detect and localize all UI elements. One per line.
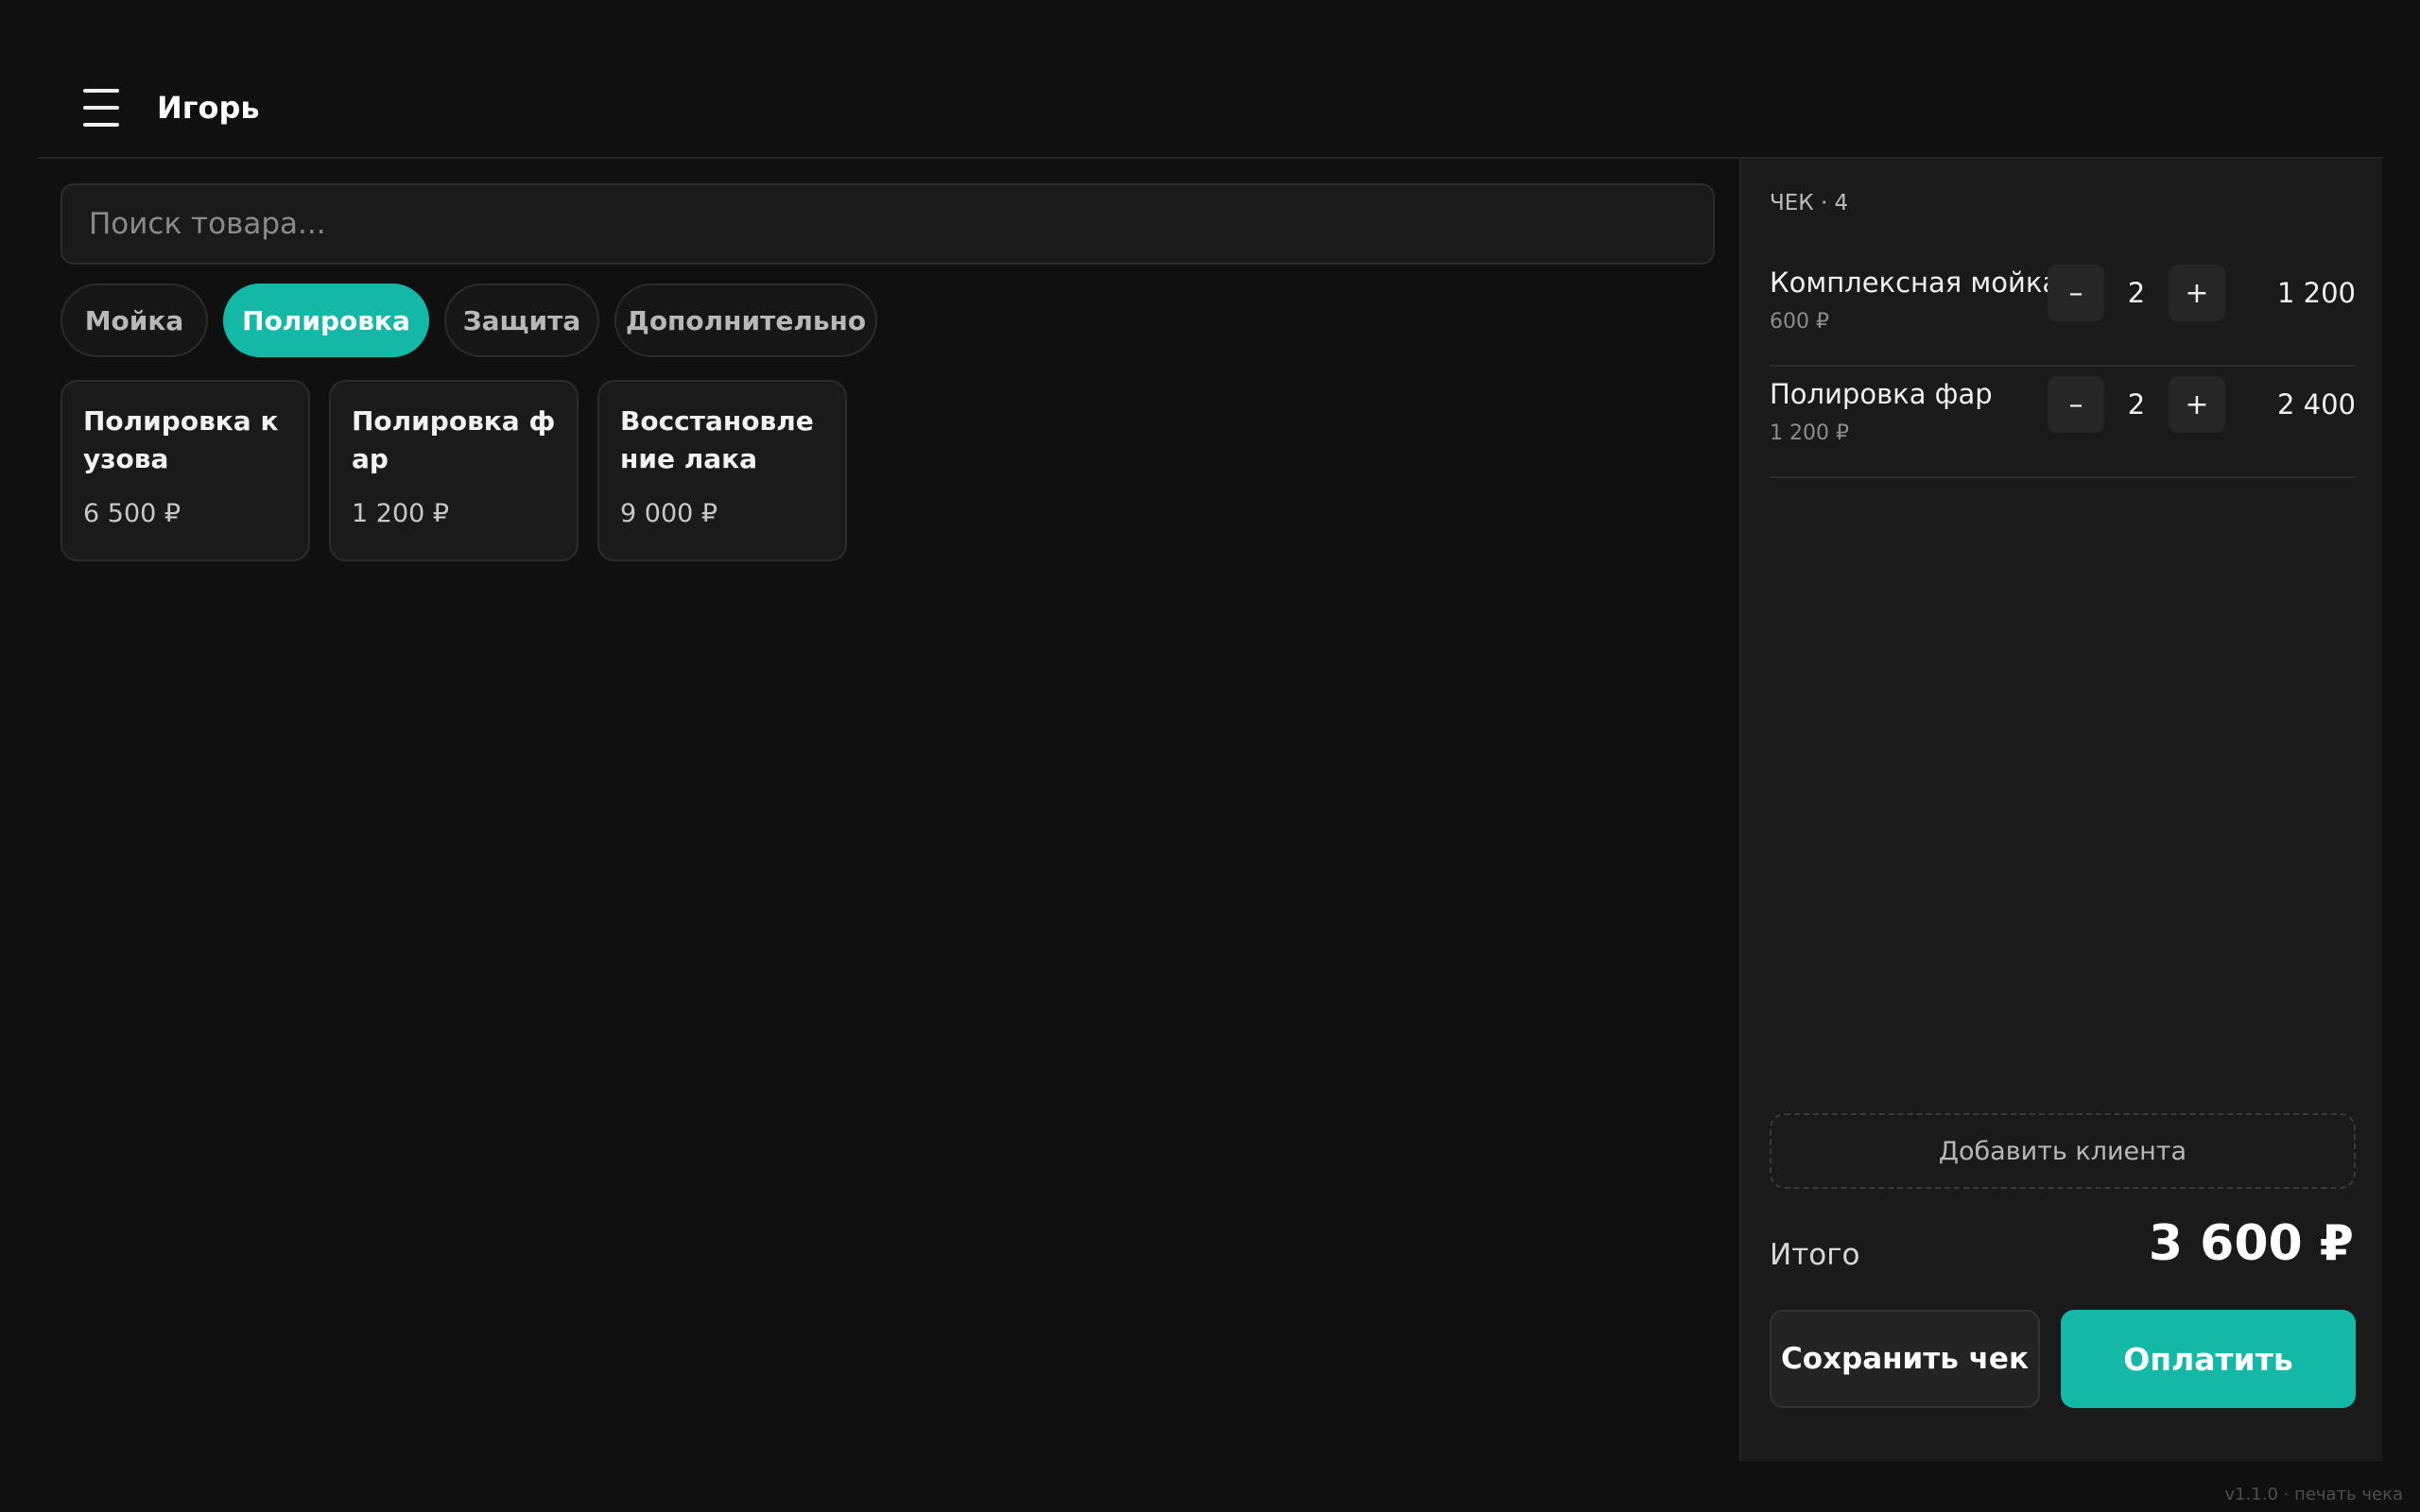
receipt-line: Комплексная мойка 600 ₽ – 2 + 1 200	[1770, 255, 2356, 367]
category-tab-wash[interactable]: Мойка	[60, 284, 208, 357]
line-item-qty: 2	[2127, 277, 2146, 309]
pay-button[interactable]: Оплатить	[2061, 1310, 2356, 1408]
version-label: v1.1.0 · печать чека	[2224, 1485, 2403, 1504]
receipt-panel: ЧЕК · 4 Комплексная мойка 600 ₽ – 2 + 1 …	[1739, 159, 2382, 1461]
decrease-qty-button[interactable]: –	[2048, 376, 2104, 433]
increase-qty-button[interactable]: +	[2169, 265, 2225, 321]
save-receipt-button[interactable]: Сохранить чек	[1770, 1310, 2040, 1408]
hamburger-menu-icon[interactable]	[83, 89, 119, 127]
increase-qty-button[interactable]: +	[2169, 376, 2225, 433]
line-item-name: Комплексная мойка	[1770, 266, 2060, 299]
receipt-title: ЧЕК · 4	[1770, 191, 1849, 215]
line-item-unit-price: 600 ₽	[1770, 310, 1829, 334]
total-label: Итого	[1770, 1238, 1860, 1272]
product-price: 9 000 ₽	[620, 499, 718, 528]
product-card[interactable]: Полировка кузова 6 500 ₽	[60, 380, 310, 561]
product-price: 6 500 ₽	[83, 499, 182, 528]
line-item-unit-price: 1 200 ₽	[1770, 421, 1849, 445]
product-price: 1 200 ₽	[352, 499, 450, 528]
product-card[interactable]: Полировка фар 1 200 ₽	[329, 380, 579, 561]
line-item-name: Полировка фар	[1770, 378, 1993, 410]
category-tab-protection[interactable]: Защита	[444, 284, 599, 357]
product-card[interactable]: Восстановление лака 9 000 ₽	[597, 380, 847, 561]
add-client-button[interactable]: Добавить клиента	[1770, 1113, 2356, 1189]
category-tab-polish[interactable]: Полировка	[223, 284, 429, 357]
category-tab-extra[interactable]: Дополнительно	[614, 284, 877, 357]
search-input[interactable]	[60, 183, 1715, 265]
receipt-line: Полировка фар 1 200 ₽ – 2 + 2 400	[1770, 367, 2356, 478]
line-item-total: 2 400	[2276, 388, 2356, 421]
product-name: Полировка фар	[352, 405, 556, 474]
user-name: Игорь	[157, 90, 260, 126]
line-item-total: 1 200	[2276, 277, 2356, 309]
product-name: Полировка кузова	[83, 405, 279, 474]
product-name: Восстановление лака	[620, 405, 814, 474]
app-header: Игорь	[38, 0, 2382, 159]
line-item-qty: 2	[2127, 388, 2146, 421]
total-value: 3 600 ₽	[2148, 1215, 2354, 1272]
decrease-qty-button[interactable]: –	[2048, 265, 2104, 321]
